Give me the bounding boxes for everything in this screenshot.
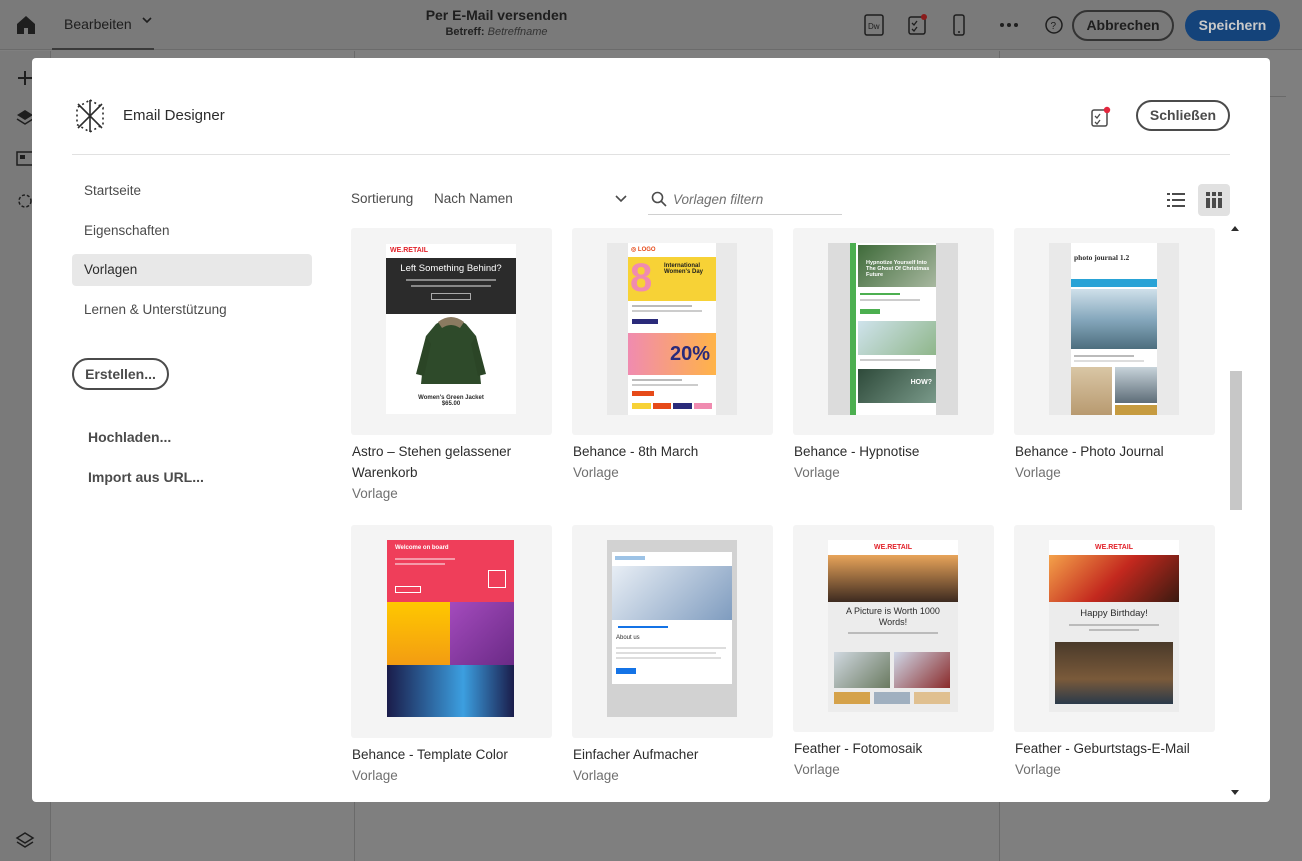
template-preview: WE.RETAIL Left Something Behind? Women's… <box>386 244 516 414</box>
nav-item-home[interactable]: Startseite <box>72 175 312 207</box>
save-button[interactable]: Speichern <box>1185 10 1280 41</box>
email-designer-logo-icon <box>76 99 104 133</box>
filter-field <box>648 184 842 215</box>
template-name: Behance - Template Color <box>352 747 508 762</box>
side-nav: Startseite Eigenschaften Vorlagen Lernen… <box>72 175 312 333</box>
template-name: Behance - 8th March <box>573 444 699 459</box>
subject-value[interactable]: Betreffname <box>488 26 548 38</box>
template-thumbnail[interactable]: ◎ LOGO 8 International Women's Day 20% <box>572 228 773 435</box>
nav-item-learn-support[interactable]: Lernen & Unterstützung <box>72 294 312 326</box>
preview-headline: Hypnotize Yourself Into The Ghost Of Chr… <box>866 260 930 278</box>
template-card[interactable]: Hypnotize Yourself Into The Ghost Of Chr… <box>793 228 994 483</box>
template-type: Vorlage <box>794 465 840 480</box>
template-card[interactable]: WE.RETAIL Happy Birthday! Feather - Gebu… <box>1014 525 1215 780</box>
preview-section: About us <box>616 635 640 641</box>
template-preview: photo journal 1.2 <box>1049 243 1179 415</box>
mobile-preview-icon[interactable] <box>949 14 969 36</box>
template-type: Vorlage <box>352 486 398 501</box>
template-name: Behance - Photo Journal <box>1015 444 1164 459</box>
preview-title: photo journal 1.2 <box>1074 253 1130 262</box>
preview-brand: WE.RETAIL <box>390 247 428 254</box>
nav-item-properties[interactable]: Eigenschaften <box>72 215 312 247</box>
preview-brand: WE.RETAIL <box>1049 540 1179 555</box>
checklist-icon[interactable] <box>907 14 927 36</box>
template-thumbnail[interactable]: photo journal 1.2 <box>1014 228 1215 435</box>
scrollbar-thumb[interactable] <box>1230 371 1242 510</box>
checklist-icon[interactable] <box>1089 106 1111 128</box>
dialog-title: Email Designer <box>123 107 225 124</box>
preview-price: $65.00 <box>441 401 461 407</box>
template-card[interactable]: About us Einfacher Aufmacher Vorlage <box>572 525 773 786</box>
template-thumbnail[interactable]: Hypnotize Yourself Into The Ghost Of Chr… <box>793 228 994 435</box>
template-type: Vorlage <box>1015 762 1061 777</box>
template-grid: WE.RETAIL Left Something Behind? Women's… <box>351 228 1231 802</box>
grid-view-icon[interactable] <box>1198 184 1230 216</box>
app-header: Bearbeiten Per E-Mail versenden Betreff:… <box>0 0 1302 50</box>
page-title: Per E-Mail versenden <box>425 7 568 23</box>
template-name: Einfacher Aufmacher <box>573 747 699 762</box>
template-thumbnail[interactable]: About us <box>572 525 773 738</box>
template-type: Vorlage <box>1015 465 1061 480</box>
upload-link[interactable]: Hochladen... <box>88 429 171 445</box>
template-thumbnail[interactable]: WE.RETAIL Happy Birthday! <box>1014 525 1215 732</box>
create-button[interactable]: Erstellen... <box>72 358 169 390</box>
template-thumbnail[interactable]: WE.RETAIL A Picture is Worth 1000 Words! <box>793 525 994 732</box>
preview-title: Welcome on board <box>395 545 449 551</box>
template-name: Feather - Fotomosaik <box>794 741 923 756</box>
template-name: Behance - Hypnotise <box>794 444 920 459</box>
template-card[interactable]: Welcome on board Behance - Template Colo… <box>351 525 552 786</box>
layers-settings-icon[interactable] <box>15 830 35 850</box>
svg-text:?: ? <box>1051 21 1057 32</box>
page-title-block: Per E-Mail versenden Betreff: Betreffnam… <box>0 7 993 38</box>
sort-label: Sortierung <box>351 191 414 206</box>
preview-brand: WE.RETAIL <box>828 540 958 555</box>
dreamweaver-icon[interactable]: Dw <box>864 14 884 36</box>
scroll-up-icon[interactable] <box>1230 224 1240 232</box>
nav-item-templates[interactable]: Vorlagen <box>72 254 312 286</box>
header-divider <box>72 154 1230 155</box>
preview-how: HOW? <box>910 379 932 386</box>
preview-discount: 20% <box>669 343 710 365</box>
scroll-down-icon[interactable] <box>1230 789 1240 797</box>
more-options-icon[interactable] <box>999 14 1019 36</box>
template-name: Astro – Stehen gelassener Warenkorb <box>352 444 512 480</box>
template-card[interactable]: WE.RETAIL Left Something Behind? Women's… <box>351 228 552 504</box>
template-preview: ◎ LOGO 8 International Women's Day 20% <box>607 243 737 415</box>
svg-text:Dw: Dw <box>868 22 880 31</box>
chevron-down-icon[interactable] <box>615 194 627 204</box>
template-preview: Welcome on board <box>387 540 514 717</box>
subject-label: Betreff: <box>445 26 485 38</box>
template-type: Vorlage <box>573 465 619 480</box>
template-card[interactable]: WE.RETAIL A Picture is Worth 1000 Words! <box>793 525 994 780</box>
filter-input[interactable] <box>673 188 838 210</box>
template-type: Vorlage <box>794 762 840 777</box>
subject-line: Betreff: Betreffname <box>0 26 993 38</box>
sort-select[interactable]: Nach Namen <box>434 191 630 206</box>
list-view-icon[interactable] <box>1160 184 1192 216</box>
email-designer-dialog: Email Designer Schließen Startseite Eige… <box>32 58 1270 802</box>
preview-date: 8 <box>630 256 653 300</box>
template-preview: About us <box>607 540 737 717</box>
cancel-button[interactable]: Abbrechen <box>1072 10 1174 41</box>
close-button[interactable]: Schließen <box>1136 100 1230 131</box>
jacket-image <box>386 314 516 390</box>
help-icon[interactable]: ? <box>1044 14 1064 36</box>
preview-headline: Left Something Behind? <box>400 263 502 274</box>
scrollbar[interactable] <box>1228 221 1242 802</box>
template-name: Feather - Geburtstags-E-Mail <box>1015 741 1190 756</box>
template-thumbnail[interactable]: WE.RETAIL Left Something Behind? Women's… <box>351 228 552 435</box>
template-card[interactable]: photo journal 1.2 Behance - Photo Journa… <box>1014 228 1215 483</box>
preview-title: International Women's Day <box>664 263 703 275</box>
template-type: Vorlage <box>573 768 619 783</box>
template-type: Vorlage <box>352 768 398 783</box>
search-icon <box>651 191 667 207</box>
preview-headline: Happy Birthday! <box>1080 608 1148 619</box>
template-preview: WE.RETAIL Happy Birthday! <box>1049 540 1179 712</box>
template-preview: WE.RETAIL A Picture is Worth 1000 Words! <box>828 540 958 712</box>
template-thumbnail[interactable]: Welcome on board <box>351 525 552 738</box>
template-card[interactable]: ◎ LOGO 8 International Women's Day 20% B… <box>572 228 773 483</box>
preview-headline: A Picture is Worth 1000 Words! <box>846 606 940 627</box>
template-preview: Hypnotize Yourself Into The Ghost Of Chr… <box>828 243 958 415</box>
import-url-link[interactable]: Import aus URL... <box>88 469 204 485</box>
